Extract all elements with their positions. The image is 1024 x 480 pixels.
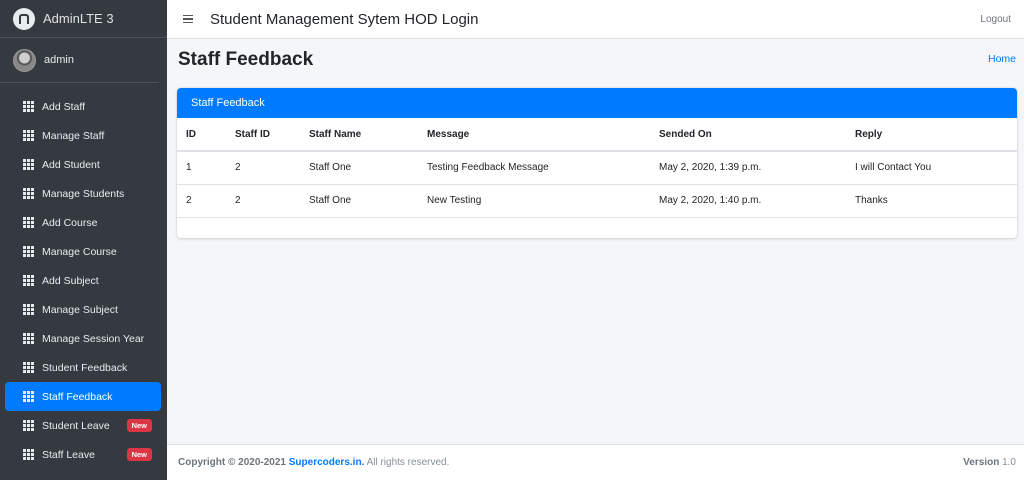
company-link[interactable]: Supercoders.in. — [289, 457, 365, 468]
th-grid-icon — [23, 188, 35, 199]
feedback-table: ID Staff ID Staff Name Message Sended On Repl… — [177, 118, 1017, 218]
column-header: Reply — [855, 118, 1017, 152]
table-cell: 2 — [235, 151, 309, 185]
th-grid-icon — [23, 333, 35, 344]
sidebar-item-label: Add Student — [42, 158, 100, 171]
sidebar-item-label: Student Leave — [42, 419, 110, 432]
th-grid-icon — [23, 246, 35, 257]
sidebar-item-manage-course[interactable]: Manage Course — [5, 237, 161, 266]
topbar: Student Management Sytem HOD Login Logou… — [167, 0, 1024, 39]
table-row: 2 2 Staff One New Testing May 2, 2020, 1:40 … — [177, 184, 1017, 218]
table-row: 1 2 Staff One Testing Feedback Message May 2… — [177, 151, 1017, 185]
sidebar-item-label: Staff Leave — [42, 448, 95, 461]
table-cell: Thanks — [855, 184, 1017, 218]
page-title: Staff Feedback — [178, 49, 314, 70]
table-cell: I will Contact You — [855, 151, 1017, 185]
adminlte-logo-icon — [13, 7, 35, 30]
sidebar-item-manage-staff[interactable]: Manage Staff — [5, 121, 161, 150]
brand-link[interactable]: AdminLTE 3 — [0, 0, 167, 38]
feedback-card: Staff Feedback ID Staff ID Staff Name Messa… — [177, 88, 1017, 238]
th-grid-icon — [23, 304, 35, 315]
sidebar-item-staff-feedback[interactable]: Staff Feedback — [5, 382, 161, 411]
sidebar-item-label: Manage Session Year — [42, 332, 145, 345]
sidebar-item-manage-session-year[interactable]: Manage Session Year — [5, 324, 161, 353]
sidebar-nav: Add Staff Manage Staff Add Student Manage S… — [0, 83, 167, 469]
table-cell: Staff One — [309, 184, 427, 218]
sidebar-item-label: Manage Subject — [42, 303, 118, 316]
sidebar-item-label: Manage Students — [42, 187, 125, 200]
new-badge: New — [126, 448, 152, 461]
sidebar-item-label: Staff Feedback — [42, 390, 113, 403]
sidebar-item-student-leave[interactable]: Student Leave New — [5, 411, 161, 440]
sidebar-item-label: Manage Course — [42, 245, 117, 258]
sidebar-item-add-course[interactable]: Add Course — [5, 208, 161, 237]
app-title: Student Management Sytem HOD Login — [210, 10, 479, 28]
th-grid-icon — [23, 101, 35, 112]
th-grid-icon — [23, 130, 35, 141]
th-grid-icon — [23, 449, 35, 460]
th-grid-icon — [23, 420, 35, 431]
version-number: 1.0 — [1002, 457, 1016, 468]
column-header: Message — [427, 118, 659, 152]
th-grid-icon — [23, 217, 35, 228]
column-header: Staff Name — [309, 118, 427, 152]
footer-copyright: Copyright © 2020-2021 Supercoders.in. Al… — [178, 457, 449, 468]
menu-toggle-icon[interactable] — [183, 14, 193, 24]
table-cell: 2 — [235, 184, 309, 218]
column-header: Sended On — [659, 118, 855, 152]
table-cell: Testing Feedback Message — [427, 151, 659, 185]
sidebar-item-add-subject[interactable]: Add Subject — [5, 266, 161, 295]
brand-name: AdminLTE 3 — [43, 11, 114, 26]
th-grid-icon — [23, 159, 35, 170]
column-header: Staff ID — [235, 118, 309, 152]
sidebar-item-label: Add Staff — [42, 100, 86, 113]
table-cell: New Testing — [427, 184, 659, 218]
th-grid-icon — [23, 275, 35, 286]
logout-link[interactable]: Logout — [980, 14, 1011, 25]
copyright-text: Copyright © 2020-2021 — [178, 457, 286, 468]
avatar — [13, 48, 36, 72]
sidebar-item-add-staff[interactable]: Add Staff — [5, 92, 161, 121]
table-cell: Staff One — [309, 151, 427, 185]
sidebar: AdminLTE 3 admin Add Staff Manage Staff Ad… — [0, 0, 167, 480]
sidebar-item-add-student[interactable]: Add Student — [5, 150, 161, 179]
user-panel[interactable]: admin — [0, 38, 159, 83]
footer: Copyright © 2020-2021 Supercoders.in. Al… — [167, 444, 1024, 480]
table-header-row: ID Staff ID Staff Name Message Sended On Repl… — [177, 118, 1017, 152]
sidebar-item-label: Add Course — [42, 216, 98, 229]
column-header: ID — [177, 118, 235, 152]
version-label: Version — [963, 457, 1000, 468]
card-title: Staff Feedback — [177, 88, 1017, 118]
sidebar-item-staff-leave[interactable]: Staff Leave New — [5, 440, 161, 469]
sidebar-item-label: Manage Staff — [42, 129, 105, 142]
breadcrumb-home[interactable]: Home — [988, 53, 1016, 65]
sidebar-item-label: Add Subject — [42, 274, 99, 287]
user-name: admin — [44, 54, 74, 66]
th-grid-icon — [23, 362, 35, 373]
table-cell: 2 — [177, 184, 235, 218]
table-cell: May 2, 2020, 1:40 p.m. — [659, 184, 855, 218]
sidebar-item-manage-subject[interactable]: Manage Subject — [5, 295, 161, 324]
table-body: 1 2 Staff One Testing Feedback Message May 2… — [177, 151, 1017, 218]
new-badge: New — [126, 419, 152, 432]
footer-version: Version 1.0 — [963, 457, 1016, 468]
sidebar-item-manage-students[interactable]: Manage Students — [5, 179, 161, 208]
table-cell: May 2, 2020, 1:39 p.m. — [659, 151, 855, 185]
sidebar-item-student-feedback[interactable]: Student Feedback — [5, 353, 161, 382]
sidebar-item-label: Student Feedback — [42, 361, 128, 374]
table-cell: 1 — [177, 151, 235, 185]
rights-text: All rights reserved. — [366, 457, 450, 468]
th-grid-icon — [23, 391, 35, 402]
